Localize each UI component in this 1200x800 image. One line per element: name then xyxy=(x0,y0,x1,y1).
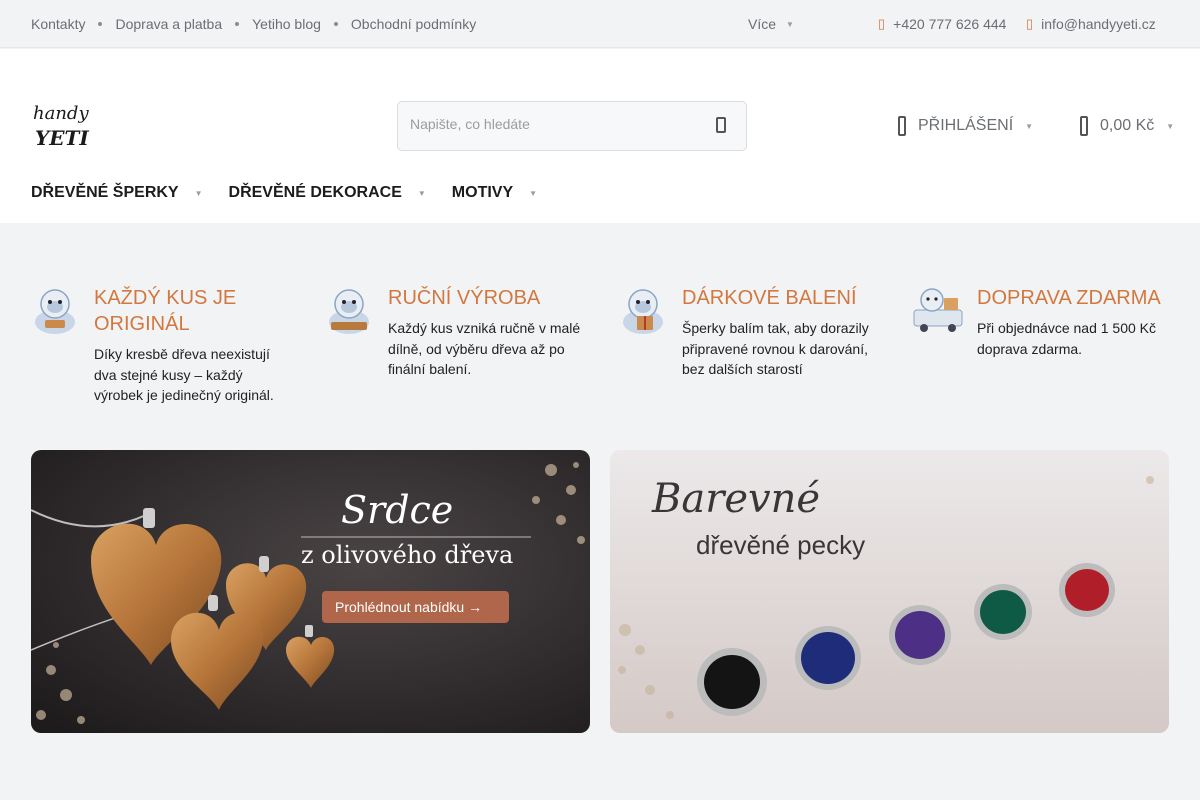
yeti-woodworking-icon xyxy=(329,289,369,334)
banner-subtitle: dřevěné pecky xyxy=(696,530,865,560)
yeti-craftsman-icon xyxy=(35,289,75,334)
separator-dot xyxy=(333,22,338,26)
feature-text: Při objednávce nad 1 500 Kč doprava zdar… xyxy=(977,320,1157,357)
chevron-down-icon: ▼ xyxy=(1025,121,1034,131)
search-box[interactable] xyxy=(397,101,747,151)
banner-colored-studs-image: Barevné dřevěné pecky xyxy=(610,450,1169,733)
nav-label: DŘEVĚNÉ DEKORACE xyxy=(228,184,402,201)
chevron-down-icon: ▼ xyxy=(529,188,538,198)
separator-dot xyxy=(98,22,103,26)
cart-icon xyxy=(1080,116,1088,136)
logo-text-yeti: YETI xyxy=(35,126,89,149)
handy-yeti-logo[interactable]: handy YETI xyxy=(31,101,91,149)
nav-label: DŘEVĚNÉ ŠPERKY xyxy=(31,184,179,201)
search-icon[interactable] xyxy=(716,117,726,133)
link-doprava-a-platba[interactable]: Doprava a platba xyxy=(115,16,222,32)
more-label: Více xyxy=(748,16,777,32)
top-links: Kontakty Doprava a platba Yetiho blog Ob… xyxy=(31,16,476,32)
banner-title: Srdce xyxy=(341,488,453,532)
logo-text-handy: handy xyxy=(33,103,89,124)
phone-icon: ▯ xyxy=(878,16,886,31)
user-icon xyxy=(898,116,906,136)
feature-title: DOPRAVA ZDARMA xyxy=(977,287,1161,309)
main-nav: DŘEVĚNÉ ŠPERKY ▼ DŘEVĚNÉ DEKORACE ▼ MOTI… xyxy=(31,184,563,202)
feature-title: KAŽDÝ KUS JE ORIGINÁL xyxy=(94,287,237,335)
nav-motivy[interactable]: MOTIVY ▼ xyxy=(452,184,537,202)
login-button[interactable]: PŘIHLÁŠENÍ ▼ xyxy=(898,116,1033,136)
phone-contact[interactable]: ▯ +420 777 626 444 xyxy=(878,16,1006,32)
banner-colored-studs[interactable]: Barevné dřevěné pecky xyxy=(610,450,1169,733)
cart-total: 0,00 Kč xyxy=(1100,117,1155,134)
feature-title: RUČNÍ VÝROBA xyxy=(388,287,541,309)
feature-title: DÁRKOVÉ BALENÍ xyxy=(682,287,857,309)
link-yetiho-blog[interactable]: Yetiho blog xyxy=(252,16,321,32)
feature-text: Šperky balím tak, aby dorazily připraven… xyxy=(682,320,869,377)
banner-title: Barevné xyxy=(651,476,820,522)
mail-icon: ▯ xyxy=(1026,16,1034,31)
search-input[interactable] xyxy=(410,116,690,132)
banner-subtitle: z olivového dřeva xyxy=(301,541,513,569)
phone-number: +420 777 626 444 xyxy=(893,16,1007,32)
top-bar: Kontakty Doprava a platba Yetiho blog Ob… xyxy=(0,0,1200,48)
yeti-delivery-truck-icon xyxy=(913,288,963,332)
feature-text: Každý kus vzniká ručně v malé dílně, od … xyxy=(388,320,581,377)
feature-text: Díky kresbě dřeva neexistují dva stejné … xyxy=(94,346,274,403)
link-kontakty[interactable]: Kontakty xyxy=(31,16,85,32)
nav-drevene-sperky[interactable]: DŘEVĚNÉ ŠPERKY ▼ xyxy=(31,184,203,202)
email-address: info@handyyeti.cz xyxy=(1041,16,1156,32)
banner-olive-hearts[interactable]: Srdce z olivového dřeva Prohlédnout nabí… xyxy=(31,450,590,733)
chevron-down-icon: ▼ xyxy=(417,188,426,198)
cart-button[interactable]: 0,00 Kč ▼ xyxy=(1080,116,1174,136)
yeti-gift-icon xyxy=(623,289,663,334)
email-contact[interactable]: ▯ info@handyyeti.cz xyxy=(1026,16,1156,32)
login-label: PŘIHLÁŠENÍ xyxy=(918,117,1014,134)
more-menu[interactable]: Více ▼ xyxy=(748,16,794,32)
separator-dot xyxy=(235,22,240,26)
chevron-down-icon: ▼ xyxy=(194,188,203,198)
banner-olive-hearts-image: Srdce z olivového dřeva Prohlédnout nabí… xyxy=(31,450,590,733)
link-obchodni-podminky[interactable]: Obchodní podmínky xyxy=(351,16,476,32)
chevron-down-icon: ▼ xyxy=(1166,121,1175,131)
nav-drevene-dekorace[interactable]: DŘEVĚNÉ DEKORACE ▼ xyxy=(229,184,426,202)
banner-cta-label: Prohlédnout nabídku → xyxy=(335,599,482,615)
chevron-down-icon: ▼ xyxy=(786,20,794,29)
nav-label: MOTIVY xyxy=(451,184,514,201)
header: handy YETI PŘIHLÁŠENÍ ▼ 0,00 Kč ▼ DŘEVĚN… xyxy=(0,49,1200,223)
